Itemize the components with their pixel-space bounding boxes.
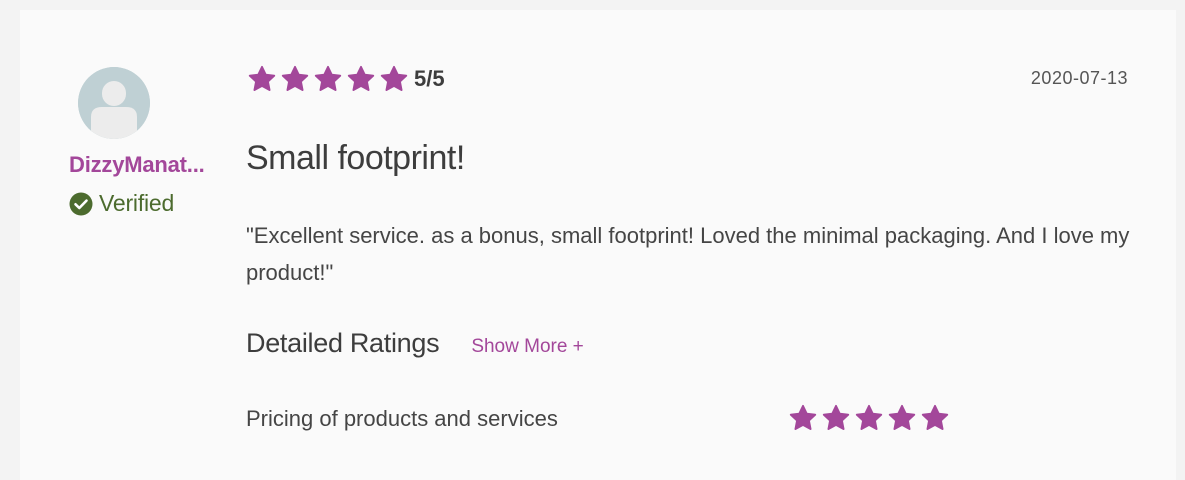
review-date: 2020-07-13 [1030, 68, 1128, 88]
user-silhouette-icon [78, 67, 150, 139]
star-icon [855, 404, 883, 431]
star-icon [789, 404, 817, 431]
star-icon [347, 65, 375, 92]
verified-label: Verified [99, 190, 175, 216]
star-icon [822, 404, 850, 431]
show-more-link[interactable]: Show More + [471, 336, 583, 358]
overall-rating: 5/5 [248, 65, 445, 93]
star-icon [248, 65, 276, 92]
review-card: DizzyManat... Verified 5/5 2020-07-13 Sm… [20, 10, 1176, 480]
star-icon [921, 404, 949, 431]
star-icon [380, 65, 408, 92]
star-rating [248, 65, 413, 93]
reviewer-name[interactable]: DizzyManat... [69, 152, 205, 178]
star-icon [281, 65, 309, 92]
detailed-rating-row: Pricing of products and services [246, 404, 966, 438]
review-body: "Excellent service. as a bonus, small fo… [246, 223, 1130, 285]
detailed-ratings-header: Detailed Ratings Show More + [246, 328, 584, 359]
verified-badge: Verified [69, 190, 174, 217]
detailed-rating-label: Pricing of products and services [246, 406, 558, 431]
detailed-star-rating [789, 404, 954, 432]
rating-score: 5/5 [414, 66, 445, 91]
check-circle-icon [69, 192, 93, 215]
avatar [78, 67, 150, 139]
star-icon [314, 65, 342, 92]
star-icon [888, 404, 916, 431]
detailed-ratings-heading: Detailed Ratings [246, 328, 440, 358]
review-title: Small footprint! [246, 139, 465, 177]
